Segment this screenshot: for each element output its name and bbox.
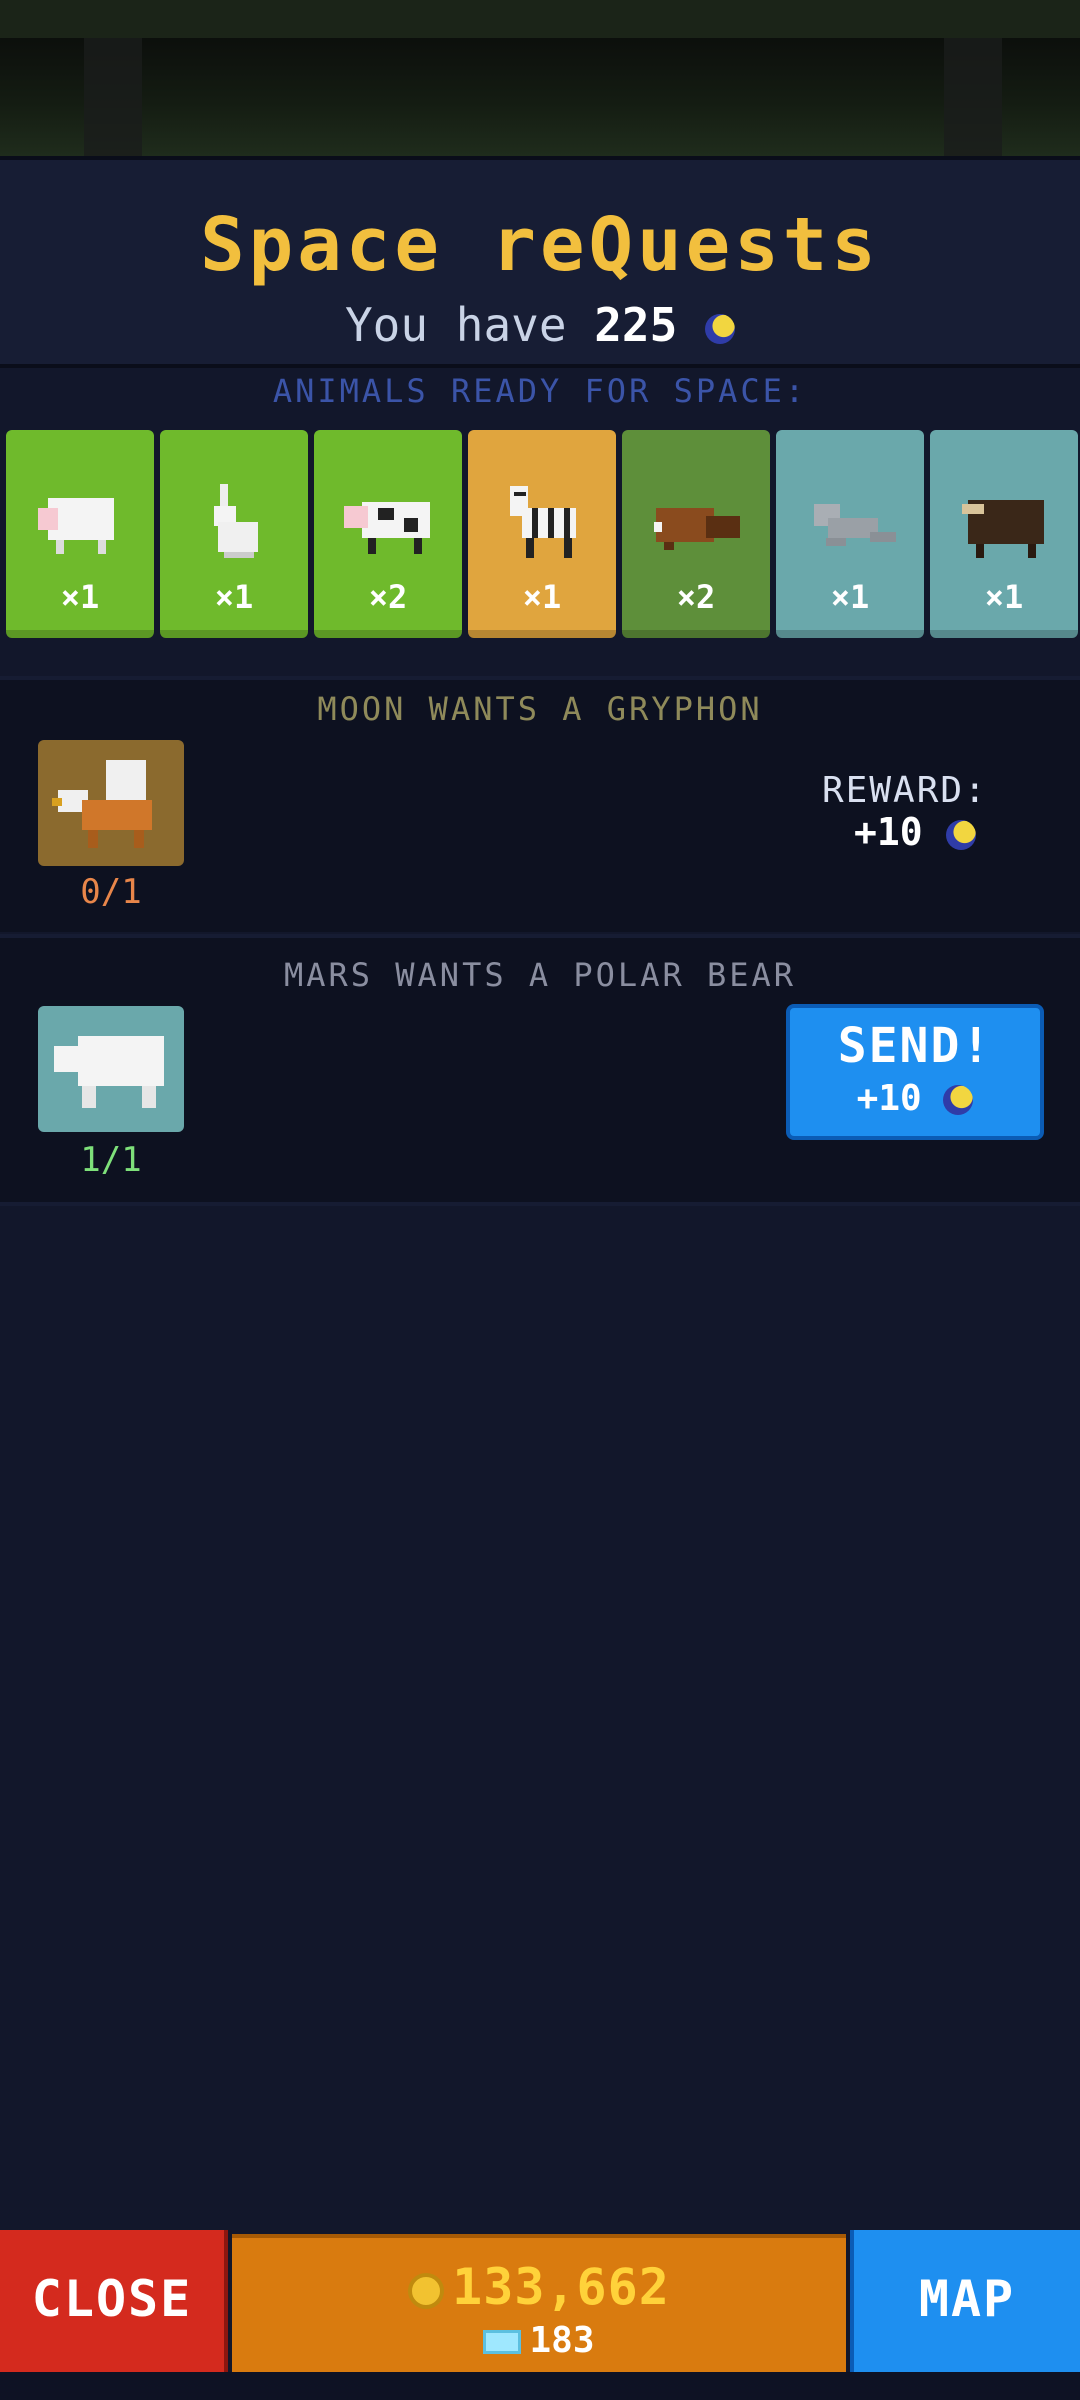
balance-value: 225 bbox=[594, 298, 678, 352]
musk-ox-icon bbox=[962, 500, 1044, 558]
beaver-icon bbox=[654, 508, 740, 550]
animal-card-musk-ox[interactable]: ×1 bbox=[930, 430, 1078, 638]
request-title-mars: MARS WANTS A POLAR BEAR bbox=[283, 956, 797, 994]
gryphon-icon bbox=[52, 760, 152, 848]
animal-count: ×2 bbox=[676, 578, 716, 616]
currency-display: 133,662 183 bbox=[232, 2234, 846, 2372]
bottom-bar: CLOSE 133,662 183 MAP bbox=[0, 2230, 1080, 2372]
gryphon-request-card[interactable] bbox=[38, 740, 184, 866]
close-button[interactable]: CLOSE bbox=[0, 2230, 228, 2372]
requests-header: Space reQuests You have 225 bbox=[0, 156, 1080, 368]
gem-balance: 183 bbox=[232, 2320, 846, 2361]
request-progress-mars: 1/1 bbox=[80, 1140, 142, 1180]
coin-amount: 133,662 bbox=[452, 2258, 670, 2316]
background-scene bbox=[0, 38, 1080, 156]
seal-icon bbox=[814, 504, 896, 546]
animal-count: ×1 bbox=[522, 578, 562, 616]
animal-count: ×1 bbox=[984, 578, 1024, 616]
cow-icon bbox=[344, 502, 430, 554]
send-label: SEND! bbox=[837, 1018, 993, 1074]
animal-card-cow[interactable]: ×2 bbox=[314, 430, 462, 638]
animal-count: ×2 bbox=[368, 578, 408, 616]
send-button[interactable]: SEND! +10 bbox=[786, 1004, 1044, 1140]
reward-label: REWARD: bbox=[822, 770, 988, 811]
animal-card-seal[interactable]: ×1 bbox=[776, 430, 924, 638]
reward-value: +10 bbox=[854, 810, 976, 854]
moon-coin-icon bbox=[945, 819, 976, 850]
ready-animals-label: ANIMALS READY FOR SPACE: bbox=[272, 372, 808, 410]
zebra-icon bbox=[510, 486, 576, 558]
gem-icon bbox=[483, 2330, 522, 2354]
sheep-icon bbox=[38, 498, 114, 554]
polar-bear-request-card[interactable] bbox=[38, 1006, 184, 1132]
polar-bear-icon bbox=[54, 1036, 164, 1108]
ready-animals-list[interactable]: ×1 ×1 ×2 ×1 ×2 ×1 ×1 bbox=[6, 430, 1080, 640]
animal-card-rabbit[interactable]: ×1 bbox=[160, 430, 308, 638]
gem-amount: 183 bbox=[529, 2320, 595, 2361]
animal-card-zebra[interactable]: ×1 bbox=[468, 430, 616, 638]
animal-card-sheep[interactable]: ×1 bbox=[6, 430, 154, 638]
map-button[interactable]: MAP bbox=[850, 2230, 1080, 2372]
balance-line: You have 225 bbox=[0, 302, 1080, 348]
moon-coin-icon bbox=[943, 1085, 974, 1115]
coin-icon bbox=[408, 2272, 445, 2309]
send-reward: +10 bbox=[790, 1078, 1040, 1119]
animal-count: ×1 bbox=[830, 578, 870, 616]
scene-pillar bbox=[84, 38, 142, 156]
reward-amount: +10 bbox=[854, 810, 923, 854]
request-title-moon: MOON WANTS A GRYPHON bbox=[317, 690, 763, 728]
request-progress-moon: 0/1 bbox=[80, 872, 142, 912]
animal-count: ×1 bbox=[60, 578, 100, 616]
moon-coin-icon bbox=[705, 313, 736, 344]
send-reward-amount: +10 bbox=[856, 1078, 922, 1119]
animal-card-beaver[interactable]: ×2 bbox=[622, 430, 770, 638]
top-status-strip bbox=[0, 0, 1080, 38]
rabbit-icon bbox=[214, 484, 258, 558]
coin-balance: 133,662 bbox=[232, 2258, 846, 2316]
balance-prefix: You have bbox=[344, 298, 567, 352]
scene-pillar bbox=[944, 38, 1002, 156]
animal-count: ×1 bbox=[214, 578, 254, 616]
system-nav-bar bbox=[0, 2372, 1080, 2400]
page-title: Space reQuests bbox=[200, 202, 880, 288]
